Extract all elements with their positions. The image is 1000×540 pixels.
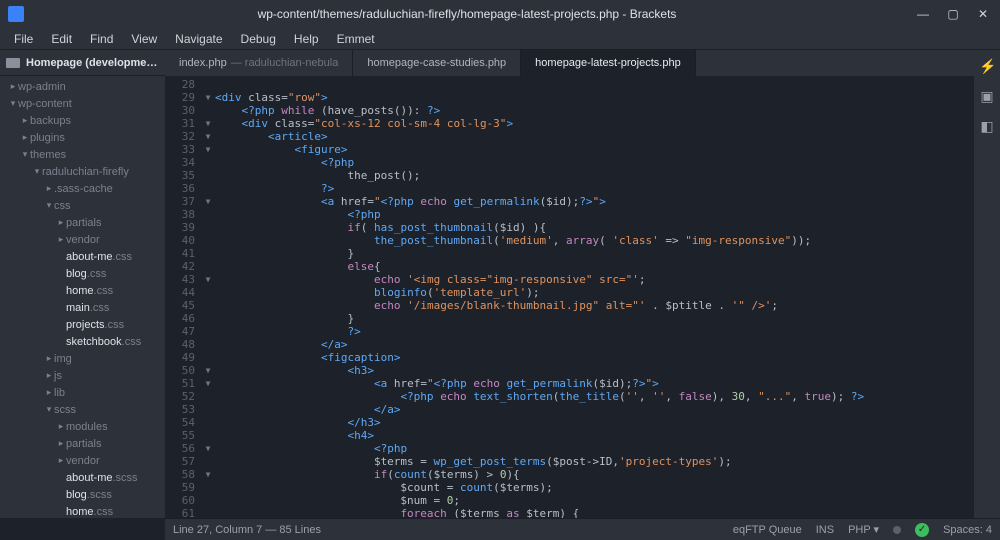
cursor-position[interactable]: Line 27, Column 7 — 85 Lines: [173, 524, 321, 536]
menu-view[interactable]: View: [123, 30, 165, 48]
insert-mode[interactable]: INS: [816, 524, 834, 536]
tab-bar: index.php— raduluchian-nebulahomepage-ca…: [165, 50, 974, 76]
fold-column[interactable]: ▼▼▼▼▼▼▼▼▼▼▼: [201, 76, 215, 518]
maximize-icon[interactable]: ▢: [940, 4, 966, 24]
panel-icon[interactable]: ◧: [979, 118, 995, 134]
tree-item[interactable]: ▸partials: [0, 435, 165, 452]
tree-item[interactable]: ▸partials: [0, 214, 165, 231]
tree-item[interactable]: ▾themes: [0, 146, 165, 163]
tab[interactable]: homepage-latest-projects.php: [521, 50, 696, 76]
menu-debug[interactable]: Debug: [233, 30, 284, 48]
tree-item[interactable]: projects.css: [0, 316, 165, 333]
lint-ok-icon[interactable]: ✓: [915, 523, 929, 537]
tree-item[interactable]: blog.css: [0, 265, 165, 282]
menu-edit[interactable]: Edit: [43, 30, 80, 48]
tree-item[interactable]: about-me.scss: [0, 469, 165, 486]
window-title: wp-content/themes/raduluchian-firefly/ho…: [24, 7, 910, 21]
sidebar: Homepage (development) Dev ▸wp-admin▾wp-…: [0, 50, 165, 518]
tree-item[interactable]: ▸lib: [0, 384, 165, 401]
tree-item[interactable]: ▾scss: [0, 401, 165, 418]
language-mode[interactable]: PHP ▾: [848, 523, 879, 536]
tree-item[interactable]: home.css: [0, 503, 165, 518]
indent-mode[interactable]: Spaces: 4: [943, 524, 992, 536]
eqftp-queue[interactable]: eqFTP Queue: [733, 524, 802, 536]
status-bar: Line 27, Column 7 — 85 Lines eqFTP Queue…: [165, 518, 1000, 540]
code-lines[interactable]: <div class="row"> <?php while (have_post…: [215, 76, 974, 518]
tree-item[interactable]: ▸plugins: [0, 129, 165, 146]
folder-icon: [6, 58, 20, 68]
tree-item[interactable]: ▸modules: [0, 418, 165, 435]
file-tree: ▸wp-admin▾wp-content▸backups▸plugins▾the…: [0, 76, 165, 518]
tab[interactable]: index.php— raduluchian-nebula: [165, 50, 353, 76]
menu-help[interactable]: Help: [286, 30, 327, 48]
tree-item[interactable]: about-me.css: [0, 248, 165, 265]
project-name: Homepage (development): [26, 57, 159, 69]
tree-item[interactable]: ▸vendor: [0, 231, 165, 248]
gutter: 2829303132333435363738394041424344454647…: [165, 76, 201, 518]
tree-item[interactable]: ▾raduluchian-firefly: [0, 163, 165, 180]
menu-navigate[interactable]: Navigate: [167, 30, 230, 48]
tree-item[interactable]: ▾wp-content: [0, 95, 165, 112]
menu-file[interactable]: File: [6, 30, 41, 48]
tree-item[interactable]: main.css: [0, 299, 165, 316]
right-toolbar: ⚡ ▣ ◧: [974, 50, 1000, 518]
tree-item[interactable]: blog.scss: [0, 486, 165, 503]
tree-item[interactable]: home.css: [0, 282, 165, 299]
tree-item[interactable]: ▸backups: [0, 112, 165, 129]
code-editor[interactable]: 2829303132333435363738394041424344454647…: [165, 76, 974, 518]
tab[interactable]: homepage-case-studies.php: [353, 50, 521, 76]
tree-item[interactable]: ▸js: [0, 367, 165, 384]
tree-item[interactable]: sketchbook.css: [0, 333, 165, 350]
project-header[interactable]: Homepage (development) Dev: [0, 50, 165, 76]
tree-item[interactable]: ▸vendor: [0, 452, 165, 469]
tree-item[interactable]: ▸.sass-cache: [0, 180, 165, 197]
extension-icon[interactable]: ▣: [979, 88, 995, 104]
live-preview-icon[interactable]: ⚡: [979, 58, 995, 74]
tree-item[interactable]: ▸wp-admin: [0, 78, 165, 95]
close-icon[interactable]: ✕: [970, 4, 996, 24]
app-icon: [8, 6, 24, 22]
menu-emmet[interactable]: Emmet: [329, 30, 383, 48]
tree-item[interactable]: ▾css: [0, 197, 165, 214]
status-dot-icon: [893, 526, 901, 534]
menubar: FileEditFindViewNavigateDebugHelpEmmet: [0, 28, 1000, 50]
minimize-icon[interactable]: —: [910, 4, 936, 24]
tree-item[interactable]: ▸img: [0, 350, 165, 367]
menu-find[interactable]: Find: [82, 30, 121, 48]
